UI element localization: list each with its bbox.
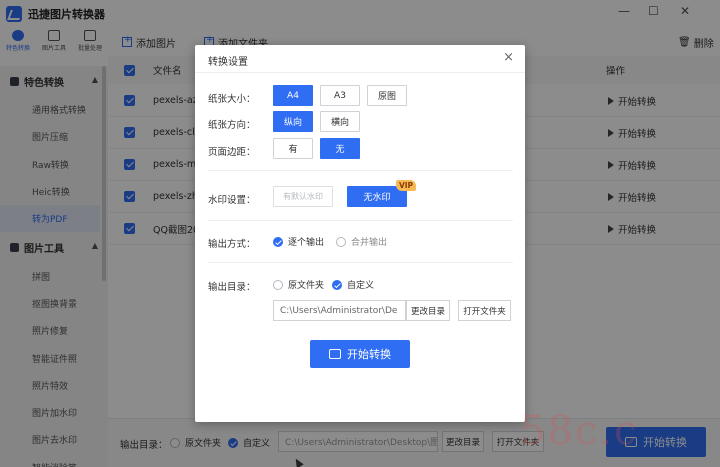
radio-label: 逐个输出 [288,238,325,248]
output-path-input[interactable]: C:\Users\Administrator\De [273,300,406,321]
radio-label: 合并输出 [351,238,388,248]
site-watermark: 58c.c [520,408,639,454]
radio-dot [273,279,283,290]
orientation-label: 纸张方向： [208,120,256,131]
watermark-label: 水印设置： [208,195,256,206]
output-dir-custom[interactable]: 自定义 [332,278,374,291]
dialog-start-button[interactable]: 开始转换 [310,340,410,368]
divider [208,220,513,221]
open-folder-button[interactable]: 打开文件夹 [458,300,511,321]
watermark-default[interactable]: 有默认水印 [273,186,333,207]
margin-yes[interactable]: 有 [273,138,313,159]
radio-dot [273,236,283,247]
paper-size-a4[interactable]: A4 [273,85,313,106]
change-dir-button[interactable]: 更改目录 [406,300,450,321]
divider [208,262,513,263]
orientation-landscape[interactable]: 横向 [320,111,360,132]
orientation-portrait[interactable]: 纵向 [273,111,313,132]
paper-size-original[interactable]: 原图 [367,85,407,106]
radio-dot [336,236,346,247]
output-mode-individual[interactable]: 逐个输出 [273,235,324,248]
output-dir-label: 输出目录： [208,282,256,293]
output-mode-label: 输出方式： [208,239,256,250]
start-label: 开始转换 [347,348,391,361]
radio-label: 原文件夹 [288,281,325,291]
paper-size-a3[interactable]: A3 [320,85,360,106]
vip-badge: VIP [396,180,416,191]
divider [208,170,513,171]
output-mode-merge[interactable]: 合并输出 [336,235,387,248]
radio-dot [332,279,342,290]
dialog-title: 转换设置 [208,57,248,68]
dialog-close-button[interactable]: × [503,50,514,65]
radio-label: 自定义 [347,281,375,291]
margin-no[interactable]: 无 [320,138,360,159]
convert-icon [329,349,341,359]
divider [195,72,525,73]
margin-label: 页面边距： [208,147,256,158]
output-dir-original[interactable]: 原文件夹 [273,278,324,291]
paper-size-label: 纸张大小： [208,94,256,105]
